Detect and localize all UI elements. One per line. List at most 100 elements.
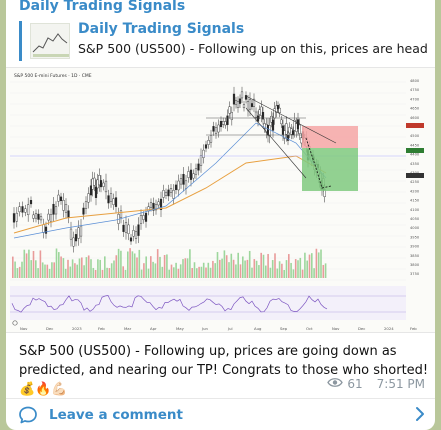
- candle-body: [102, 182, 105, 187]
- candle-body: [149, 202, 153, 208]
- x-tick-label: Mar: [124, 326, 132, 331]
- volume-bar: [154, 263, 157, 278]
- candle-body: [139, 215, 143, 224]
- volume-bar: [177, 268, 180, 278]
- price-tick-label: 4450: [410, 143, 420, 147]
- volume-bar: [269, 267, 272, 278]
- reply-thumbnail: [30, 23, 70, 59]
- x-tick-label: Sep: [280, 326, 288, 331]
- comment-icon: [18, 405, 38, 429]
- volume-bar: [324, 263, 327, 278]
- candle-body: [119, 210, 123, 219]
- candle-body: [236, 101, 240, 108]
- candle-body: [286, 135, 290, 141]
- candle-body: [47, 213, 50, 221]
- volume-bar: [64, 268, 67, 278]
- volume-bar: [163, 255, 166, 278]
- volume-bar: [76, 264, 78, 278]
- chart-image[interactable]: S&P 500 E-mini Futures · 1D · CME 4800 475…: [6, 67, 435, 333]
- candle-body: [109, 193, 113, 202]
- candle-body: [207, 140, 210, 145]
- volume-bar: [14, 261, 16, 278]
- volume-bar: [129, 248, 131, 278]
- candle-body: [164, 191, 168, 196]
- price-tick-label: 4600: [410, 116, 420, 120]
- x-tick-label: Aug: [254, 326, 262, 331]
- volume-bar: [265, 265, 267, 278]
- candle-body: [112, 198, 115, 205]
- candle-body: [104, 180, 108, 193]
- x-tick-label: Dec: [358, 326, 365, 331]
- volume-bar: [288, 254, 290, 278]
- channel-name[interactable]: Daily Trading Signals: [19, 0, 185, 14]
- candle-body: [222, 121, 225, 125]
- volume-bar: [317, 252, 320, 278]
- volume-bar: [267, 253, 269, 278]
- x-tick-label: Dec: [46, 326, 53, 331]
- candle-body: [217, 124, 220, 133]
- volume-bar: [294, 259, 297, 278]
- volume-bar: [216, 252, 219, 278]
- volume-bar: [251, 267, 253, 278]
- candle-body: [238, 98, 242, 104]
- price-tick-label: 4150: [410, 199, 420, 203]
- candle-body: [278, 107, 281, 114]
- volume-bar: [262, 254, 265, 278]
- volume-bar: [35, 260, 37, 278]
- candle-body: [224, 121, 227, 126]
- volume-bar: [292, 269, 295, 278]
- candle-body: [18, 206, 21, 213]
- volume-bar: [145, 256, 147, 278]
- volume-bar: [276, 268, 279, 278]
- price-tick-label: 4650: [410, 107, 420, 111]
- candle-body: [12, 213, 16, 223]
- price-tag: [406, 173, 424, 178]
- volume-bar: [41, 262, 44, 278]
- candle-body: [74, 234, 78, 242]
- candle-body: [142, 215, 145, 220]
- volume-bar: [67, 259, 69, 278]
- candle-body: [194, 168, 198, 175]
- volume-bar: [313, 268, 315, 278]
- volume-bar: [179, 264, 182, 278]
- volume-bar: [21, 261, 23, 278]
- volume-bar: [166, 254, 168, 278]
- reply-preview[interactable]: Daily Trading Signals S&P 500 (US500) - …: [19, 21, 428, 61]
- volume-bar: [90, 259, 92, 278]
- volume-bar: [244, 260, 246, 278]
- candle-body: [179, 178, 183, 185]
- volume-bar: [51, 262, 53, 278]
- candle-body: [94, 186, 98, 198]
- moving-average-line: [13, 122, 327, 239]
- volume-bar: [83, 265, 85, 278]
- candle-body: [99, 180, 103, 188]
- volume-bar: [23, 249, 26, 278]
- volume-bar: [122, 266, 124, 278]
- candle-body: [212, 126, 215, 132]
- x-tick-label: 2024: [384, 326, 394, 331]
- volume-bar: [85, 257, 88, 278]
- volume-bar: [281, 263, 283, 278]
- volume-bar: [106, 267, 108, 278]
- volume-bar: [117, 248, 120, 278]
- volume-bar: [271, 260, 274, 278]
- volume-bar: [133, 253, 136, 278]
- candle-body: [122, 224, 125, 232]
- price-tick-label: 4400: [410, 153, 420, 157]
- candle-body: [82, 207, 85, 215]
- volume-bar: [97, 259, 99, 278]
- chart-header: S&P 500 E-mini Futures · 1D · CME: [14, 73, 92, 79]
- volume-bar: [175, 262, 177, 278]
- take-profit-zone: [302, 148, 358, 191]
- candle-body: [93, 177, 96, 186]
- leave-comment-button[interactable]: Leave a comment: [6, 399, 435, 430]
- candle-body: [29, 200, 33, 205]
- volume-bar: [104, 256, 106, 278]
- x-tick-label: Oct: [306, 326, 313, 331]
- volume-bar: [94, 269, 97, 278]
- volume-bar: [12, 256, 14, 278]
- volume-bar: [32, 250, 35, 278]
- candle-body: [87, 193, 90, 203]
- candle-body: [189, 169, 193, 180]
- volume-bar: [115, 255, 118, 278]
